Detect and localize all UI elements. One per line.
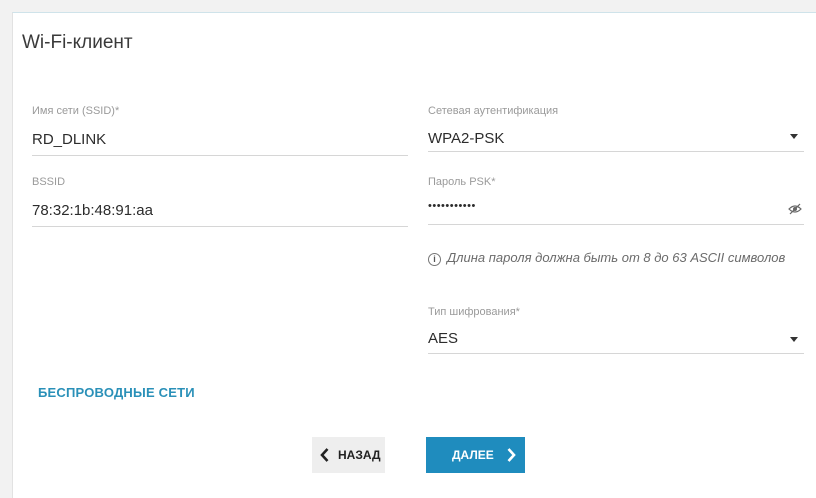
- ssid-input[interactable]: RD_DLINK: [32, 131, 106, 148]
- next-button-label: ДАЛЕЕ: [452, 448, 494, 462]
- back-button-label: НАЗАД: [338, 448, 381, 462]
- bssid-label: BSSID: [32, 176, 66, 188]
- ssid-underline: [32, 155, 408, 156]
- ssid-label: Имя сети (SSID)*: [32, 105, 120, 117]
- password-hint-text: Длина пароля должна быть от 8 до 63 ASCI…: [447, 250, 786, 265]
- info-icon: i: [428, 253, 441, 266]
- next-button[interactable]: ДАЛЕЕ: [426, 437, 525, 473]
- encryption-underline: [428, 353, 804, 354]
- back-button[interactable]: НАЗАД: [312, 437, 385, 473]
- chevron-down-icon[interactable]: [790, 337, 798, 342]
- chevron-right-icon: [507, 448, 516, 462]
- encryption-value[interactable]: AES: [428, 330, 458, 347]
- password-hint: i Длина пароля должна быть от 8 до 63 ASC…: [428, 248, 788, 267]
- psk-input[interactable]: •••••••••••: [428, 200, 476, 212]
- page-title: Wi-Fi-клиент: [22, 32, 133, 53]
- psk-underline: [428, 224, 804, 225]
- auth-value[interactable]: WPA2-PSK: [428, 130, 504, 147]
- psk-field[interactable]: Пароль PSK* •••••••••••: [428, 176, 804, 228]
- bssid-input[interactable]: 78:32:1b:48:91:aa: [32, 202, 153, 219]
- bssid-field[interactable]: BSSID 78:32:1b:48:91:aa: [32, 176, 408, 228]
- auth-label: Сетевая аутентификация: [428, 105, 559, 117]
- chevron-down-icon[interactable]: [790, 134, 798, 139]
- psk-label: Пароль PSK*: [428, 176, 496, 188]
- ssid-field[interactable]: Имя сети (SSID)* RD_DLINK: [32, 105, 408, 157]
- encryption-label: Тип шифрования*: [428, 306, 520, 318]
- bssid-underline: [32, 226, 408, 227]
- eye-hidden-icon[interactable]: [788, 202, 802, 215]
- chevron-left-icon: [320, 448, 329, 462]
- auth-select[interactable]: Сетевая аутентификация WPA2-PSK: [428, 105, 804, 157]
- wireless-networks-link[interactable]: БЕСПРОВОДНЫЕ СЕТИ: [38, 385, 195, 400]
- encryption-select[interactable]: Тип шифрования* AES: [428, 306, 804, 356]
- auth-underline: [428, 151, 804, 152]
